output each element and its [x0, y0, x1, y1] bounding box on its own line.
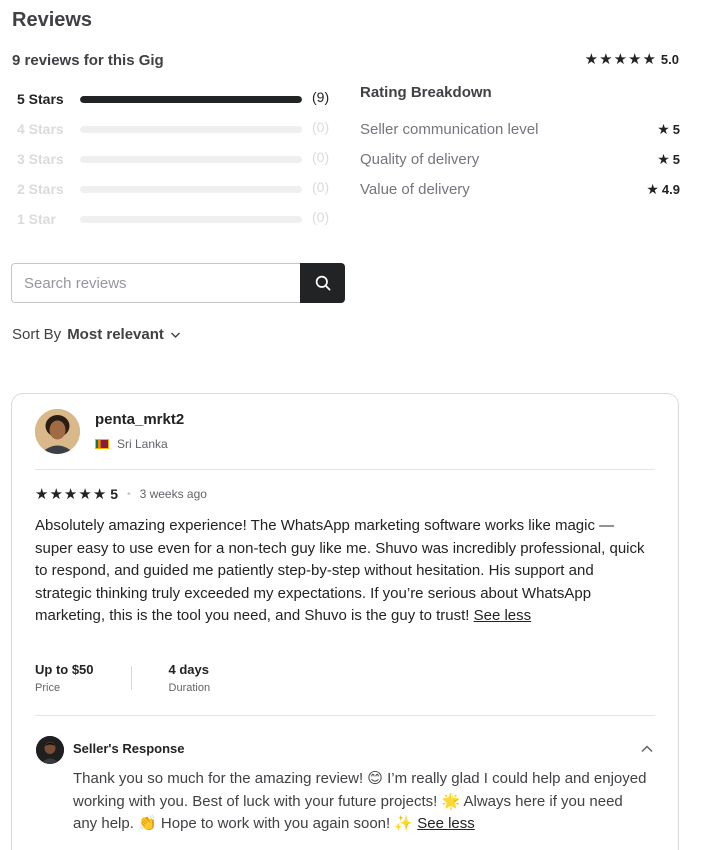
rating-breakdown: Rating Breakdown Seller communication le… [360, 84, 680, 204]
breakdown-score: 5 [672, 151, 680, 167]
star-bar-count: (0) [312, 209, 330, 225]
meta-divider [130, 666, 132, 690]
see-less-link[interactable]: See less [417, 815, 475, 832]
star-bar-row: 1 Star (0) [17, 204, 337, 234]
price-value: Up to $50 [35, 662, 94, 677]
reviewer-username[interactable]: penta_mrkt2 [95, 411, 184, 428]
review-time: 3 weeks ago [139, 487, 207, 501]
price-block: Up to $50 Price [35, 662, 94, 694]
reviewer-avatar[interactable] [35, 409, 80, 454]
search-icon [315, 275, 330, 291]
star-bar-track [80, 155, 302, 163]
star-bar-fill [80, 95, 302, 103]
star-distribution: 5 Stars (9) 4 Stars (0) 3 Stars (0) 2 St… [17, 84, 337, 234]
star-icon: ★ [35, 485, 49, 503]
duration-value: 4 days [168, 662, 209, 677]
breakdown-row: Seller communication level ★ 5 [360, 114, 680, 144]
star-bar-count: (0) [312, 179, 330, 195]
see-less-link[interactable]: See less [474, 607, 532, 624]
review-body: Absolutely amazing experience! The Whats… [35, 517, 645, 624]
star-bar-row[interactable]: 5 Stars (9) [17, 84, 337, 114]
star-icon: ★ [49, 485, 63, 503]
seller-avatar [36, 736, 64, 764]
star-bar-label: 3 Stars [17, 151, 64, 167]
review-rating: ★ ★ ★ ★ ★ 5 • 3 weeks ago [35, 486, 207, 502]
star-icon: ★ [599, 51, 613, 68]
star-icon: ★ [628, 51, 642, 68]
star-icon: ★ [657, 150, 670, 167]
star-bar-label: 4 Stars [17, 121, 64, 137]
page-title: Reviews [12, 9, 93, 31]
breakdown-value: ★ 5 [657, 121, 680, 138]
sort-label: Sort By [12, 326, 62, 343]
star-bar-track [80, 215, 302, 223]
star-bar-track [80, 95, 302, 103]
star-icon: ★ [646, 180, 659, 197]
star-bar-count: (0) [312, 149, 330, 165]
sort-control[interactable]: Sort By Most relevant [12, 326, 181, 343]
price-label: Price [35, 682, 61, 694]
chevron-up-icon[interactable] [640, 740, 654, 758]
review-card: penta_mrkt2 Sri Lanka ★ ★ ★ ★ ★ 5 • 3 we… [11, 393, 679, 850]
sort-value[interactable]: Most relevant [67, 326, 164, 343]
star-bar-row: 3 Stars (0) [17, 144, 337, 174]
dot-separator: • [127, 488, 131, 500]
overall-rating: ★ ★ ★ ★ ★ 5.0 [585, 52, 679, 67]
breakdown-row: Value of delivery ★ 4.9 [360, 174, 680, 204]
star-bar-count: (0) [312, 119, 330, 135]
star-bar-track [80, 125, 302, 133]
star-bar-row: 4 Stars (0) [17, 114, 337, 144]
breakdown-score: 4.9 [661, 181, 680, 197]
duration-block: 4 days Duration [169, 662, 211, 694]
search-input[interactable] [11, 263, 300, 303]
review-count: 9 reviews for this Gig [12, 52, 164, 69]
breakdown-label: Value of delivery [360, 180, 470, 198]
star-icon: ★ [584, 51, 599, 68]
overall-rating-value: 5.0 [660, 52, 679, 67]
rating-breakdown-title: Rating Breakdown [360, 84, 492, 101]
seller-response-text: Thank you so much for the amazing review… [73, 768, 648, 836]
breakdown-label: Seller communication level [360, 120, 539, 138]
divider [35, 469, 655, 470]
star-icon: ★ [92, 485, 107, 503]
star-icon: ★ [657, 120, 670, 137]
star-bar-label: 5 Stars [17, 91, 64, 107]
chevron-down-icon[interactable] [170, 331, 181, 339]
star-bar-count: (9) [312, 89, 330, 105]
sri-lanka-flag-icon [95, 439, 109, 449]
star-bar-track [80, 185, 302, 193]
star-bar-label: 1 Star [17, 211, 56, 227]
breakdown-label: Quality of delivery [360, 150, 480, 168]
reviewer-country: Sri Lanka [95, 437, 168, 451]
breakdown-row: Quality of delivery ★ 5 [360, 144, 680, 174]
star-bar-label: 2 Stars [17, 181, 64, 197]
seller-response-title: Seller's Response [73, 741, 185, 756]
star-icon: ★ [63, 485, 78, 503]
star-icon: ★ [613, 51, 628, 68]
review-rating-value: 5 [110, 486, 119, 502]
search-button[interactable] [300, 263, 345, 303]
star-icon: ★ [642, 51, 656, 68]
breakdown-value: ★ 4.9 [646, 181, 680, 198]
star-icon: ★ [78, 485, 92, 503]
breakdown-score: 5 [672, 121, 680, 137]
order-meta: Up to $50 Price 4 days Duration [35, 662, 210, 694]
country-name: Sri Lanka [117, 437, 168, 451]
star-bar-row: 2 Stars (0) [17, 174, 337, 204]
breakdown-value: ★ 5 [657, 151, 680, 168]
duration-label: Duration [168, 682, 211, 694]
divider [35, 715, 655, 716]
seller-response-body: Thank you so much for the amazing review… [73, 770, 647, 832]
review-search [11, 263, 345, 303]
review-text: Absolutely amazing experience! The Whats… [35, 515, 650, 628]
